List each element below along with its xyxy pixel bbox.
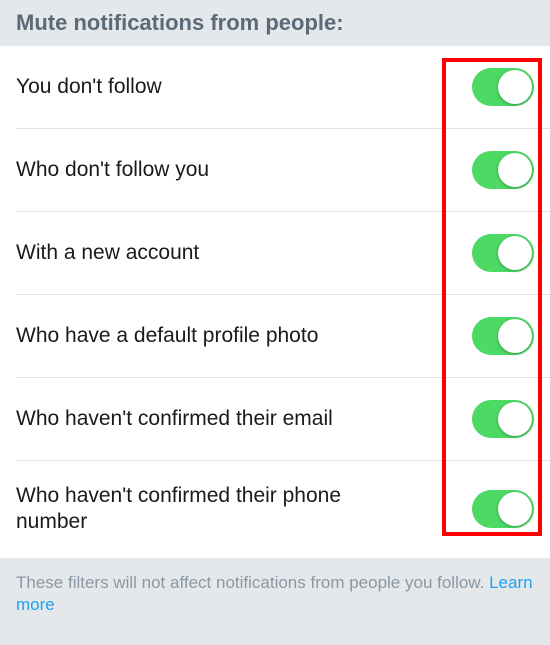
toggle-new-account[interactable] xyxy=(472,234,534,272)
toggle-you-dont-follow[interactable] xyxy=(472,68,534,106)
toggle-dont-follow-you[interactable] xyxy=(472,151,534,189)
toggle-unconfirmed-phone[interactable] xyxy=(472,490,534,528)
row-label: You don't follow xyxy=(16,74,162,100)
footer-description: These filters will not affect notificati… xyxy=(16,572,534,618)
row-label: Who haven't confirmed their phone number xyxy=(16,483,376,536)
mute-row-you-dont-follow: You don't follow xyxy=(0,46,550,128)
row-label: Who have a default profile photo xyxy=(16,323,318,349)
mute-row-unconfirmed-email: Who haven't confirmed their email xyxy=(0,378,550,460)
mute-row-default-photo: Who have a default profile photo xyxy=(0,295,550,377)
section-header: Mute notifications from people: xyxy=(0,0,550,46)
footer-text: These filters will not affect notificati… xyxy=(16,573,489,592)
row-label: Who haven't confirmed their email xyxy=(16,406,333,432)
toggle-unconfirmed-email[interactable] xyxy=(472,400,534,438)
mute-row-dont-follow-you: Who don't follow you xyxy=(0,129,550,211)
row-label: Who don't follow you xyxy=(16,157,209,183)
mute-row-new-account: With a new account xyxy=(0,212,550,294)
toggle-knob xyxy=(498,402,532,436)
toggle-knob xyxy=(498,492,532,526)
toggle-default-photo[interactable] xyxy=(472,317,534,355)
row-label: With a new account xyxy=(16,240,199,266)
section-title: Mute notifications from people: xyxy=(16,10,534,36)
toggle-knob xyxy=(498,236,532,270)
mute-settings-list: You don't follow Who don't follow you Wi… xyxy=(0,46,550,558)
toggle-knob xyxy=(498,319,532,353)
mute-row-unconfirmed-phone: Who haven't confirmed their phone number xyxy=(0,461,550,558)
footer: These filters will not affect notificati… xyxy=(0,558,550,645)
toggle-knob xyxy=(498,70,532,104)
toggle-knob xyxy=(498,153,532,187)
